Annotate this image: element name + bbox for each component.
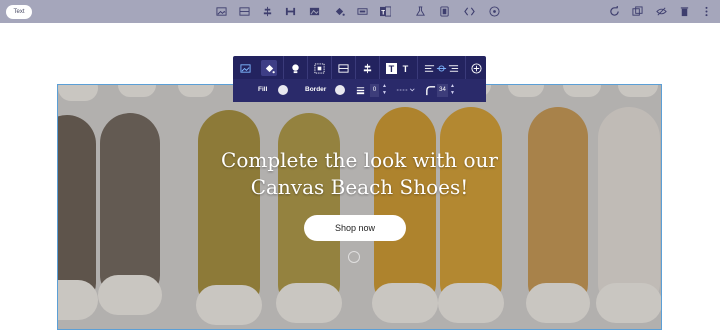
- corner-radius-icon: [422, 82, 438, 98]
- vertical-align-icon[interactable]: [359, 60, 375, 76]
- section-layout-icon[interactable]: [335, 60, 351, 76]
- svg-text:T: T: [402, 64, 408, 74]
- border-style-dropdown[interactable]: [393, 82, 419, 98]
- shape-icon[interactable]: [287, 60, 303, 76]
- drag-handle-icon[interactable]: [348, 251, 360, 263]
- frame-icon[interactable]: [438, 5, 451, 18]
- text-mode-chip[interactable]: Text: [6, 5, 32, 19]
- text-color-light-icon[interactable]: T: [397, 60, 413, 76]
- border-color-swatch[interactable]: [335, 85, 345, 95]
- fill-color-swatch[interactable]: [278, 85, 288, 95]
- align-right-icon[interactable]: [445, 60, 461, 76]
- editor-topbar: Text T: [0, 0, 720, 23]
- add-element-icon[interactable]: [468, 60, 484, 76]
- code-icon[interactable]: [463, 5, 476, 18]
- align-icon[interactable]: [261, 5, 274, 18]
- border-width-stepper[interactable]: ▲ ▼: [382, 83, 387, 97]
- svg-text:T: T: [388, 64, 394, 74]
- fill-label: Fill: [258, 86, 268, 93]
- fill-bucket-icon[interactable]: [261, 60, 277, 76]
- picture-icon[interactable]: [308, 5, 321, 18]
- border-width-icon: [352, 82, 368, 98]
- refresh-icon[interactable]: [608, 5, 621, 18]
- hide-icon[interactable]: [655, 5, 668, 18]
- hero-overlay: [58, 85, 661, 329]
- flask-icon[interactable]: [414, 5, 427, 18]
- border-width-input[interactable]: 0: [370, 84, 379, 97]
- toolbar-row-properties: Fill Border 0 ▲ ▼ 34 ▲ ▼: [233, 79, 486, 102]
- hero-heading[interactable]: Complete the look with our Canvas Beach …: [58, 147, 661, 201]
- corner-radius-stepper[interactable]: ▲ ▼: [450, 83, 455, 97]
- svg-text:T: T: [381, 9, 385, 16]
- hero-section[interactable]: Complete the look with our Canvas Beach …: [57, 84, 662, 330]
- padding-icon[interactable]: [311, 60, 327, 76]
- background-image-icon[interactable]: [237, 60, 253, 76]
- text-style-icon[interactable]: T: [379, 5, 392, 18]
- more-icon[interactable]: [700, 5, 713, 18]
- delete-icon[interactable]: [678, 5, 691, 18]
- heading-icon[interactable]: [284, 5, 297, 18]
- spacing-icon[interactable]: [356, 5, 369, 18]
- layout-icon[interactable]: [238, 5, 251, 18]
- border-label: Border: [305, 86, 327, 93]
- duplicate-icon[interactable]: [631, 5, 644, 18]
- shop-now-button[interactable]: Shop now: [304, 215, 406, 241]
- image-icon[interactable]: [215, 5, 228, 18]
- block-style-toolbar: T T Fill Border 0 ▲ ▼ 34 ▲ ▼: [233, 56, 486, 102]
- hero-heading-line1: Complete the look with our: [221, 148, 498, 172]
- toolbar-row-tools: T T: [233, 56, 486, 79]
- paint-bucket-icon[interactable]: [333, 5, 346, 18]
- hero-heading-line2: Canvas Beach Shoes!: [250, 175, 469, 199]
- corner-radius-input[interactable]: 34: [437, 84, 448, 97]
- plus-circle-icon[interactable]: [488, 5, 501, 18]
